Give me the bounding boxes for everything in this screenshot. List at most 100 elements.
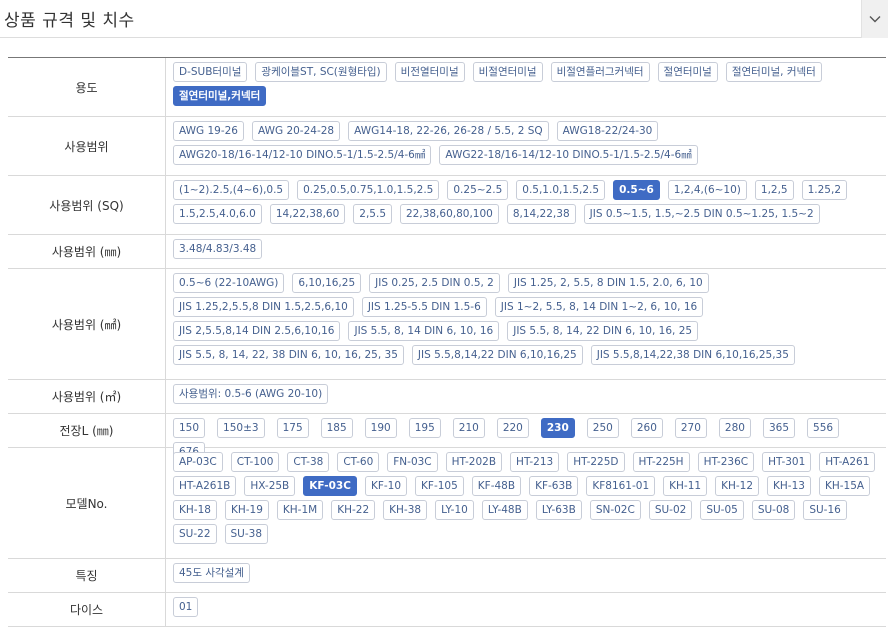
option-chip[interactable]: LY-48B	[481, 500, 528, 520]
option-chip[interactable]: KH-19	[224, 500, 269, 520]
option-chip[interactable]: HT-202B	[445, 452, 503, 472]
option-chip[interactable]: KF-105	[415, 476, 464, 496]
option-chip[interactable]: CT-60	[337, 452, 380, 472]
option-chip[interactable]: 3.48/4.83/3.48	[173, 239, 263, 259]
option-chip[interactable]: 150±3	[217, 418, 265, 438]
option-chip[interactable]: KH-1M	[276, 500, 324, 520]
option-chip[interactable]: 556	[807, 418, 840, 438]
option-chip[interactable]: JIS 5.5,8,14,22 DIN 6,10,16,25	[411, 345, 583, 365]
option-chip[interactable]: 0.25~2.5	[447, 180, 509, 200]
option-chip[interactable]: HT-213	[510, 452, 560, 472]
option-chip[interactable]: 210	[452, 418, 485, 438]
option-chip[interactable]: JIS 1.25-5.5 DIN 1.5-6	[361, 297, 487, 317]
option-chip[interactable]: 195	[408, 418, 441, 438]
option-chip[interactable]: KH-12	[715, 476, 760, 496]
option-chip[interactable]: 0.5,1.0,1.5,2.5	[516, 180, 606, 200]
option-chip[interactable]: JIS 2,5.5,8,14 DIN 2.5,6,10,16	[173, 321, 341, 341]
option-chip[interactable]: 01	[173, 597, 199, 617]
option-chip[interactable]: HT-225D	[567, 452, 625, 472]
option-chip[interactable]: 비절연터미널	[472, 62, 543, 82]
option-chip[interactable]: 8,14,22,38	[506, 204, 576, 224]
option-chip[interactable]: 비전열터미널	[394, 62, 465, 82]
option-chip[interactable]: 365	[762, 418, 796, 438]
option-chip[interactable]: 190	[364, 418, 397, 438]
option-chip[interactable]: KH-22	[331, 500, 376, 520]
option-chip[interactable]: 230	[540, 418, 575, 438]
collapse-toggle-button[interactable]	[861, 0, 888, 38]
option-chip[interactable]: AWG18-22/24-30	[556, 121, 659, 141]
option-chip[interactable]: 사용범위: 0.5-6 (AWG 20-10)	[173, 384, 329, 404]
option-chip[interactable]: 절연터미널, 커넥터	[725, 62, 822, 82]
option-chip[interactable]: FN-03C	[387, 452, 438, 472]
option-chip[interactable]: 250	[586, 418, 619, 438]
option-chip[interactable]: 270	[674, 418, 707, 438]
option-chip[interactable]: HT-A261B	[173, 476, 237, 496]
option-chip[interactable]: JIS 0.25, 2.5 DIN 0.5, 2	[369, 273, 500, 293]
option-chip[interactable]: KF-63B	[529, 476, 579, 496]
option-chip[interactable]: SU-05	[700, 500, 744, 520]
option-chip[interactable]: KF-10	[364, 476, 408, 496]
option-chip[interactable]: 2,5.5	[353, 204, 392, 224]
option-chip[interactable]: HT-A261	[819, 452, 876, 472]
option-chip[interactable]: SU-16	[803, 500, 847, 520]
option-chip[interactable]: SU-02	[648, 500, 693, 520]
option-chip[interactable]: KF8161-01	[586, 476, 656, 496]
option-chip[interactable]: AP-03C	[173, 452, 223, 472]
option-chip[interactable]: LY-10	[435, 500, 474, 520]
option-chip[interactable]: SU-08	[751, 500, 796, 520]
option-chip[interactable]: 22,38,60,80,100	[400, 204, 499, 224]
option-chip[interactable]: AWG20-18/16-14/12-10 DINO.5-1/1.5-2.5/4-…	[173, 145, 432, 165]
option-chip[interactable]: KH-15A	[818, 476, 871, 496]
option-chip[interactable]: 0.5~6 (22-10AWG)	[173, 273, 285, 293]
option-chip[interactable]: AWG 19-26	[173, 121, 244, 141]
option-chip[interactable]: LY-63B	[535, 500, 582, 520]
option-chip[interactable]: D-SUB터미널	[173, 62, 248, 82]
option-chip[interactable]: HT-225H	[632, 452, 690, 472]
option-chip[interactable]: AWG 20-24-28	[251, 121, 341, 141]
option-chip[interactable]: (1~2).2.5,(4~6),0.5	[173, 180, 290, 200]
option-chip[interactable]: KH-38	[383, 500, 428, 520]
option-chip[interactable]: KF-03C	[303, 476, 357, 496]
option-chip[interactable]: AWG22-18/16-14/12-10 DINO.5-1/1.5-2.5/4-…	[439, 145, 698, 165]
option-chip[interactable]: 220	[496, 418, 529, 438]
option-chip[interactable]: 14,22,38,60	[269, 204, 346, 224]
option-chip[interactable]: JIS 1~2, 5.5, 8, 14 DIN 1~2, 6, 10, 16	[494, 297, 704, 317]
option-chip[interactable]: 45도 사각설계	[173, 563, 250, 583]
option-chip[interactable]: KH-11	[663, 476, 708, 496]
option-chip[interactable]: JIS 5.5, 8, 14, 22 DIN 6, 10, 16, 25	[507, 321, 699, 341]
option-chip[interactable]: KH-18	[173, 500, 217, 520]
option-chip[interactable]: JIS 1.25, 2, 5.5, 8 DIN 1.5, 2.0, 6, 10	[507, 273, 709, 293]
option-chip[interactable]: KH-13	[767, 476, 811, 496]
option-chip[interactable]: 비절연플러그커넥터	[550, 62, 650, 82]
option-chip[interactable]: 1,2,4,(6~10)	[667, 180, 747, 200]
option-chip[interactable]: CT-38	[287, 452, 330, 472]
option-chip[interactable]: 광케이블ST, SC(원형타입)	[255, 62, 387, 82]
option-chip[interactable]: 6,10,16,25	[292, 273, 362, 293]
option-chip[interactable]: JIS 5.5, 8, 14 DIN 6, 10, 16	[348, 321, 500, 341]
option-chip[interactable]: SU-38	[224, 524, 268, 544]
option-chip[interactable]: HT-236C	[697, 452, 755, 472]
option-chip[interactable]: 175	[276, 418, 309, 438]
option-chip[interactable]: JIS 1.25,2,5.5,8 DIN 1.5,2.5,6,10	[173, 297, 354, 317]
option-chip[interactable]: CT-100	[230, 452, 280, 472]
option-chip[interactable]: 185	[320, 418, 353, 438]
option-chip[interactable]: 280	[718, 418, 751, 438]
option-chip[interactable]: 1.5,2.5,4.0,6.0	[173, 204, 262, 224]
option-chip[interactable]: 0.25,0.5,0.75,1.0,1.5,2.5	[297, 180, 440, 200]
option-chip[interactable]: 절연터미널	[657, 62, 718, 82]
option-chip[interactable]: SN-02C	[589, 500, 641, 520]
option-chip[interactable]: JIS 5.5,8,14,22,38 DIN 6,10,16,25,35	[590, 345, 795, 365]
option-chip[interactable]: 0.5~6	[613, 180, 660, 200]
option-chip[interactable]: HX-25B	[244, 476, 296, 496]
option-chip[interactable]: KF-48B	[471, 476, 522, 496]
option-chip[interactable]: SU-22	[173, 524, 217, 544]
option-chip[interactable]: HT-301	[762, 452, 812, 472]
option-chip[interactable]: 150	[173, 418, 206, 438]
option-chip[interactable]: 260	[630, 418, 663, 438]
option-chip[interactable]: JIS 5.5, 8, 14, 22, 38 DIN 6, 10, 16, 25…	[173, 345, 404, 365]
option-chip[interactable]: JIS 0.5~1.5, 1.5,~2.5 DIN 0.5~1.25, 1.5~…	[583, 204, 820, 224]
option-chip[interactable]: 절연터미널,커넥터	[173, 86, 267, 106]
option-chip[interactable]: 1.25,2	[801, 180, 848, 200]
option-chip[interactable]: AWG14-18, 22-26, 26-28 / 5.5, 2 SQ	[348, 121, 549, 141]
option-chip[interactable]: 1,2,5	[754, 180, 794, 200]
